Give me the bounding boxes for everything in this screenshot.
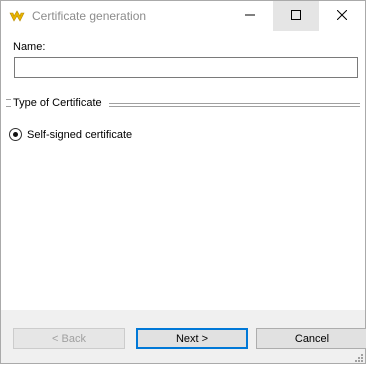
title-bar[interactable]: Certificate generation	[1, 1, 365, 31]
button-bar: < Back Next > Cancel	[1, 310, 366, 363]
maximize-icon	[291, 9, 301, 23]
self-signed-radio-option[interactable]: Self-signed certificate	[9, 128, 132, 141]
resize-grip-icon[interactable]	[353, 351, 363, 362]
group-divider	[109, 103, 360, 107]
certificate-type-group-title: Type of Certificate	[13, 97, 104, 109]
app-logo-icon	[9, 10, 25, 24]
close-button[interactable]	[319, 1, 365, 31]
cancel-button[interactable]: Cancel	[256, 328, 366, 349]
maximize-button[interactable]	[273, 1, 319, 31]
name-label: Name:	[13, 41, 46, 53]
dialog-content: Name: Type of Certificate Self-signed ce…	[1, 31, 365, 310]
next-button[interactable]: Next >	[136, 328, 248, 349]
window-title: Certificate generation	[32, 9, 147, 23]
group-grip-icon	[6, 99, 11, 107]
close-icon	[336, 9, 348, 23]
dialog-window: Certificate generation Name: Type of Cer…	[0, 0, 366, 364]
minimize-button[interactable]	[227, 1, 273, 31]
back-button[interactable]: < Back	[13, 328, 125, 349]
name-input[interactable]	[14, 57, 358, 78]
radio-selected-icon[interactable]	[9, 128, 22, 141]
self-signed-radio-label[interactable]: Self-signed certificate	[27, 129, 132, 141]
minimize-icon	[245, 9, 255, 23]
